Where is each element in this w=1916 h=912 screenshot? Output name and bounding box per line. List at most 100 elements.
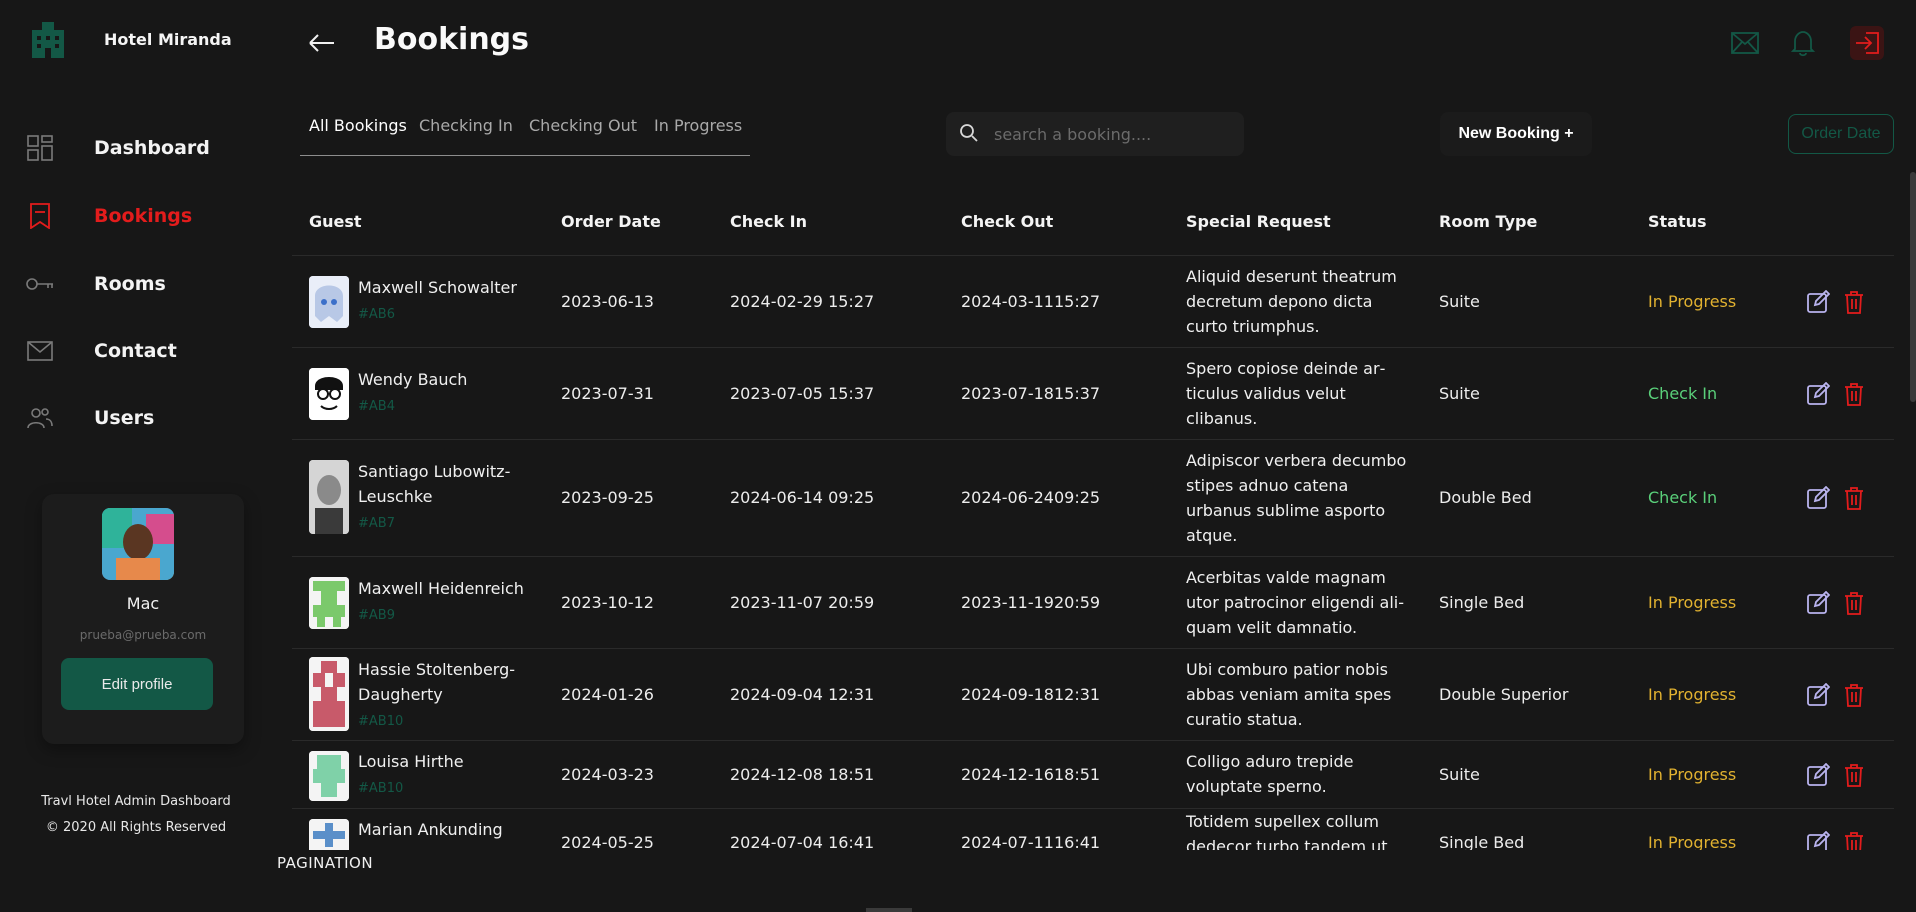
status-badge: Check In — [1648, 488, 1718, 507]
edit-icon[interactable] — [1806, 591, 1830, 615]
back-arrow-icon[interactable] — [306, 28, 336, 58]
check-in: 2024-02-29 15:27 — [730, 292, 875, 311]
status-badge: In Progress — [1648, 833, 1737, 850]
trash-icon[interactable] — [1842, 763, 1866, 787]
check-out: 2023-11-1920:59 — [961, 593, 1101, 612]
envelope-icon — [26, 337, 54, 365]
trash-icon[interactable] — [1842, 486, 1866, 510]
room-type: Suite — [1439, 292, 1480, 311]
logout-icon[interactable] — [1850, 26, 1884, 60]
header-special-request[interactable]: Special Request — [1186, 212, 1331, 231]
trash-icon[interactable] — [1842, 382, 1866, 406]
sidebar-item-users[interactable]: Users — [0, 390, 272, 446]
trash-icon[interactable] — [1842, 831, 1866, 850]
header-check-out[interactable]: Check Out — [961, 212, 1053, 231]
check-out: 2024-03-1115:27 — [961, 292, 1101, 311]
order-date: 2023-07-31 — [561, 384, 654, 403]
check-out: 2024-12-1618:51 — [961, 765, 1101, 784]
tab-checking-out[interactable]: Checking Out — [529, 116, 637, 135]
order-date-button[interactable]: Order Date — [1788, 114, 1894, 154]
sidebar-item-bookings[interactable]: Bookings — [0, 188, 272, 244]
profile-card: Mac prueba@prueba.com Edit profile — [42, 494, 244, 744]
order-date: 2024-05-25 — [561, 833, 654, 850]
special-request: Spero copiose deinde ar­ticulus validus … — [1186, 359, 1386, 428]
search-input[interactable] — [994, 120, 1224, 148]
horizontal-scroll-handle[interactable] — [866, 908, 912, 912]
tab-all-bookings[interactable]: All Bookings — [309, 116, 407, 135]
sidebar-item-contact[interactable]: Contact — [0, 323, 272, 379]
special-request: Ubi comburo patior nobis abbas veniam am… — [1186, 660, 1392, 729]
check-in: 2024-07-04 16:41 — [730, 833, 875, 850]
sidebar-item-label: Users — [94, 407, 155, 429]
guest-name: Hassie Stoltenberg-Daugherty — [358, 660, 516, 704]
users-icon — [26, 404, 54, 432]
room-type: Suite — [1439, 384, 1480, 403]
sidebar-item-label: Bookings — [94, 205, 193, 227]
guest-id: #AB6 — [358, 307, 395, 322]
special-request: Totidem supellex collum dedecor turbo ta… — [1186, 812, 1393, 850]
page-title: Bookings — [374, 22, 530, 57]
table-row[interactable]: Maxwell Heidenreich #AB9 2023-10-12 2023… — [292, 557, 1894, 649]
guest-avatar — [309, 751, 349, 801]
header-room-type[interactable]: Room Type — [1439, 212, 1537, 231]
edit-icon[interactable] — [1806, 486, 1830, 510]
edit-profile-button[interactable]: Edit profile — [61, 658, 213, 710]
guest-id: #AB10 — [358, 714, 404, 729]
header-order-date[interactable]: Order Date — [561, 212, 661, 231]
edit-icon[interactable] — [1806, 382, 1830, 406]
trash-icon[interactable] — [1842, 290, 1866, 314]
guest-name: Maxwell Heidenreich — [358, 579, 524, 598]
guest-name: Louisa Hirthe — [358, 752, 464, 771]
guest-id: #AB7 — [358, 516, 395, 531]
guest-name: Wendy Bauch — [358, 370, 468, 389]
order-date: 2023-09-25 — [561, 488, 654, 507]
sidebar-item-dashboard[interactable]: Dashboard — [0, 120, 272, 176]
trash-icon[interactable] — [1842, 683, 1866, 707]
table-row[interactable]: Louisa Hirthe #AB10 2024-03-23 2024-12-0… — [292, 741, 1894, 809]
sidebar-item-rooms[interactable]: Rooms — [0, 256, 272, 312]
tab-in-progress[interactable]: In Progress — [654, 116, 742, 135]
status-badge: In Progress — [1648, 685, 1737, 704]
room-type: Suite — [1439, 765, 1480, 784]
brand[interactable]: Hotel Miranda — [28, 20, 232, 60]
guest-id: #AB10 — [358, 781, 404, 796]
search-box — [946, 112, 1244, 156]
special-request: Acerbitas valde magnam utor patrocinor e… — [1186, 568, 1404, 637]
check-in: 2024-06-14 09:25 — [730, 488, 875, 507]
tab-checking-in[interactable]: Checking In — [419, 116, 513, 135]
check-in: 2023-11-07 20:59 — [730, 593, 875, 612]
order-date: 2024-01-26 — [561, 685, 654, 704]
table-row[interactable]: Wendy Bauch #AB4 2023-07-31 2023-07-05 1… — [292, 348, 1894, 440]
scrollbar[interactable] — [1910, 172, 1916, 402]
pagination[interactable]: PAGINATION — [277, 854, 373, 872]
table-row[interactable]: Santiago Lubowitz-Leuschke #AB7 2023-09-… — [292, 440, 1894, 557]
edit-icon[interactable] — [1806, 763, 1830, 787]
table-row[interactable]: Hassie Stoltenberg-Daugherty #AB10 2024-… — [292, 649, 1894, 741]
header-check-in[interactable]: Check In — [730, 212, 807, 231]
brand-name: Hotel Miranda — [104, 30, 232, 49]
special-request: Adipiscor verbera de­cumbo stipes adnuo … — [1186, 451, 1407, 545]
guest-avatar — [309, 819, 349, 850]
check-in: 2024-09-04 12:31 — [730, 685, 875, 704]
avatar — [102, 508, 174, 580]
guest-avatar — [309, 657, 349, 731]
header-status[interactable]: Status — [1648, 212, 1707, 231]
header-guest[interactable]: Guest — [309, 212, 362, 231]
guest-name: Maxwell Schowalter — [358, 278, 517, 297]
bell-icon[interactable] — [1786, 26, 1820, 60]
mail-icon[interactable] — [1728, 26, 1762, 60]
trash-icon[interactable] — [1842, 591, 1866, 615]
edit-icon[interactable] — [1806, 683, 1830, 707]
new-booking-button[interactable]: New Booking + — [1440, 112, 1592, 156]
table-row[interactable]: Maxwell Schowalter #AB6 2023-06-13 2024-… — [292, 256, 1894, 348]
edit-icon[interactable] — [1806, 290, 1830, 314]
room-type: Double Superior — [1439, 685, 1569, 704]
bookmark-icon — [26, 202, 54, 230]
sidebar-item-label: Rooms — [94, 273, 166, 295]
edit-icon[interactable] — [1806, 831, 1830, 850]
order-date: 2023-10-12 — [561, 593, 654, 612]
guest-id: #AB9 — [358, 608, 395, 623]
table-row[interactable]: Marian Ankunding 2024-05-25 2024-07-04 1… — [292, 809, 1894, 850]
booking-tabs: All Bookings Checking In Checking Out In… — [300, 108, 750, 156]
sidebar-item-label: Dashboard — [94, 137, 210, 159]
